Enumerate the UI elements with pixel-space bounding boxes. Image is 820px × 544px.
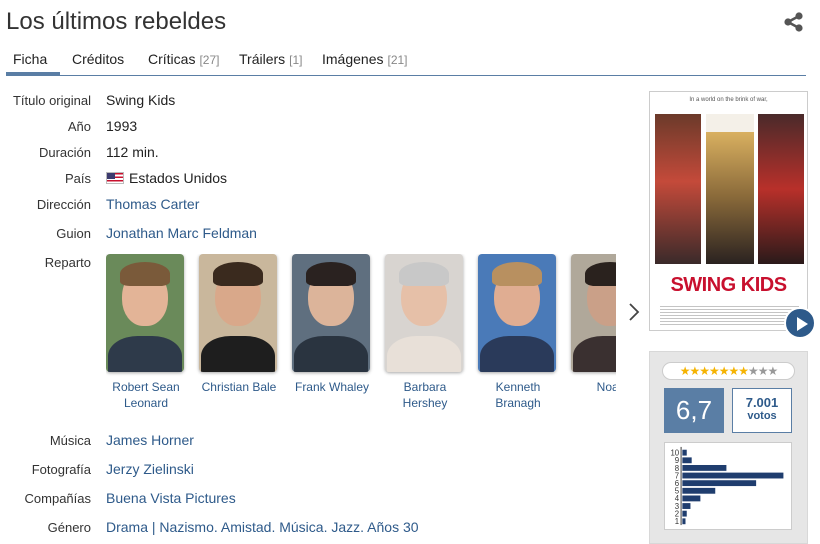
tab-trailers[interactable]: Tráilers [1] — [239, 51, 303, 67]
histogram-bar — [681, 494, 701, 502]
histogram-bar — [681, 456, 693, 464]
cast-member[interactable]: Noah — [571, 254, 616, 395]
genre-links[interactable]: Drama | Nazismo. Amistad. Música. Jazz. … — [106, 519, 419, 535]
tab-bar: Ficha Créditos Críticas [27] Tráilers [1] … — [6, 46, 806, 76]
page-title: Los últimos rebeldes — [6, 8, 227, 35]
average-score: 6,7 — [664, 388, 724, 433]
cast-photo[interactable] — [478, 254, 556, 372]
cast-name[interactable]: Frank Whaley — [292, 379, 372, 395]
histogram-bar — [681, 510, 688, 518]
music-link[interactable]: James Horner — [106, 432, 194, 448]
cast-name[interactable]: Christian Bale — [199, 379, 279, 395]
tab-ficha[interactable]: Ficha — [13, 51, 47, 67]
poster-panel-center — [706, 114, 754, 264]
histogram-bar — [681, 449, 688, 457]
duration-value: 112 min. — [106, 144, 159, 160]
poster-credits — [660, 304, 799, 326]
histogram-bar — [681, 479, 757, 487]
cast-member[interactable]: Kenneth Branagh — [478, 254, 558, 411]
director-link[interactable]: Thomas Carter — [106, 196, 199, 212]
duration-label: Duración — [38, 145, 91, 160]
poster-tagline: In a world on the brink of war, — [689, 97, 768, 103]
tab-imagenes[interactable]: Imágenes [21] — [322, 51, 408, 67]
cast-member[interactable]: Barbara Hershey — [385, 254, 465, 411]
histogram-bar — [681, 502, 692, 510]
country-name: Estados Unidos — [129, 170, 228, 186]
cast-photo[interactable] — [571, 254, 616, 372]
cast-photo[interactable] — [292, 254, 370, 372]
histogram-bar — [681, 472, 784, 480]
share-icon[interactable] — [783, 12, 805, 32]
director-label: Dirección — [36, 197, 91, 212]
photography-link[interactable]: Jerzy Zielinski — [106, 461, 194, 477]
photography-label: Fotografía — [31, 462, 91, 477]
companies-link[interactable]: Buena Vista Pictures — [106, 490, 236, 506]
poster-title: SWING KIDS — [670, 274, 787, 296]
poster-panel-right — [758, 114, 804, 264]
votes-label: votos — [747, 410, 777, 422]
cast-member[interactable]: Christian Bale — [199, 254, 279, 395]
cast-name[interactable]: Robert Sean Leonard — [106, 379, 186, 411]
cast-member[interactable]: Robert Sean Leonard — [106, 254, 186, 411]
rating-box: ★★★★★★★★★★ 6,7 7.001 votos 10 9 8 7 6 5 4 3 2 1 — [649, 351, 808, 544]
year-value: 1993 — [106, 118, 138, 134]
cast-label: Reparto — [44, 255, 91, 270]
histogram-label: 1 — [675, 517, 679, 526]
votes-count-box[interactable]: 7.001 votos — [732, 388, 792, 433]
tab-criticas[interactable]: Críticas [27] — [148, 51, 219, 67]
tab-creditos[interactable]: Créditos — [72, 51, 124, 67]
companies-label: Compañías — [24, 491, 91, 506]
us-flag-icon — [106, 172, 124, 184]
writer-link[interactable]: Jonathan Marc Feldman — [106, 225, 257, 241]
histogram-bar — [681, 517, 687, 525]
cast-name[interactable]: Noah — [571, 379, 616, 395]
active-tab-indicator — [6, 72, 60, 75]
chevron-right-icon[interactable] — [627, 302, 641, 322]
play-trailer-button[interactable] — [784, 307, 816, 339]
original-title-value: Swing Kids — [106, 92, 176, 108]
cast-carousel: Robert Sean Leonard Christian Bale Frank W… — [106, 254, 616, 414]
country-label: País — [64, 171, 91, 186]
histogram-bar — [681, 464, 727, 472]
year-label: Año — [67, 119, 91, 134]
genre-label: Género — [47, 520, 91, 535]
cast-photo[interactable] — [199, 254, 277, 372]
vote-histogram: 10987654321 — [664, 442, 792, 530]
cast-member[interactable]: Frank Whaley — [292, 254, 372, 395]
votes-count: 7.001 — [745, 395, 779, 410]
poster-panel-left — [655, 114, 701, 264]
cast-photo[interactable] — [385, 254, 463, 372]
cast-name[interactable]: Barbara Hershey — [385, 379, 465, 411]
writer-label: Guion — [56, 226, 91, 241]
country-value: Estados Unidos — [106, 170, 227, 186]
star-rating: ★★★★★★★★★★ — [662, 362, 795, 380]
original-title-label: Título original — [12, 93, 91, 108]
movie-poster[interactable]: In a world on the brink of war, SWING KI… — [649, 91, 808, 331]
music-label: Música — [49, 433, 91, 448]
cast-photo[interactable] — [106, 254, 184, 372]
cast-name[interactable]: Kenneth Branagh — [478, 379, 558, 411]
histogram-bar — [681, 487, 716, 495]
